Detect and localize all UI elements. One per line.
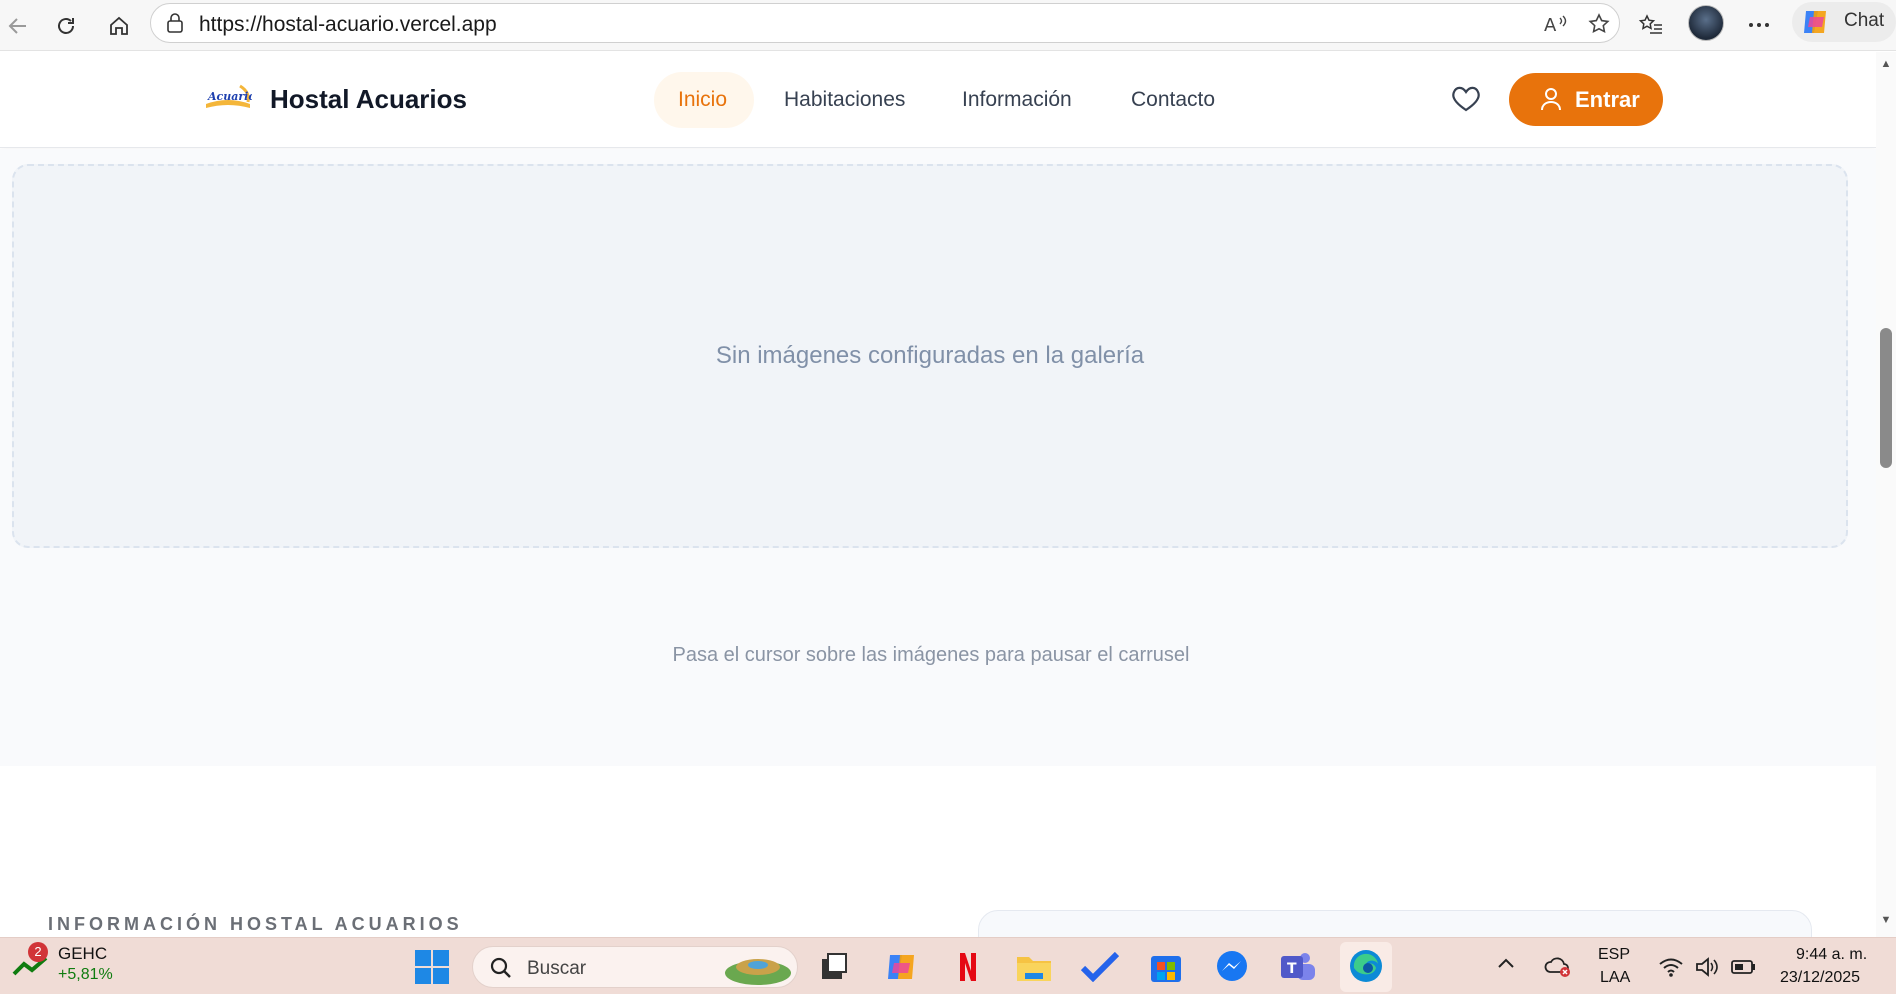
taskbar-search[interactable]: Buscar [472, 946, 798, 988]
gallery-empty-message: Sin imágenes configuradas en la galería [715, 342, 1145, 369]
wifi-icon[interactable] [1658, 956, 1684, 983]
gallery-carousel[interactable]: Sin imágenes configuradas en la galería [12, 164, 1848, 548]
web-page: Acuario Hostal Acuarios Inicio Habitacio… [0, 52, 1876, 937]
svg-text:Acuario: Acuario [207, 90, 252, 103]
hostal-logo[interactable]: Acuario [204, 82, 256, 112]
svg-text:T: T [1287, 961, 1297, 977]
taskbar-netflix[interactable] [948, 947, 988, 987]
svg-text:A: A [1544, 15, 1557, 36]
chat-label: Chat [1844, 10, 1885, 31]
teams-icon: T [1281, 953, 1315, 980]
copilot-app-icon [888, 955, 914, 979]
messenger-icon [1217, 951, 1247, 981]
show-hidden-icons-chevron-icon[interactable] [1496, 956, 1516, 975]
taskbar-copilot[interactable] [882, 947, 922, 987]
search-placeholder: Buscar [527, 958, 587, 979]
favorites-heart-icon[interactable] [1450, 84, 1482, 119]
language-indicator-top[interactable]: ESP [1598, 946, 1630, 964]
onedrive-error-icon[interactable] [1544, 954, 1572, 983]
home-button[interactable] [101, 8, 137, 44]
windows-taskbar: 2 GEHC +5,81% Buscar T ESP LAA 9:44 a. m… [0, 937, 1896, 994]
refresh-button[interactable] [48, 8, 84, 44]
clock-time[interactable]: 9:44 a. m. [1796, 946, 1867, 964]
nav-link-inicio[interactable]: Inicio [678, 88, 727, 112]
more-dots-icon [1749, 23, 1769, 27]
stock-ticker[interactable]: GEHC [58, 944, 107, 964]
read-aloud-icon[interactable]: A [1543, 12, 1569, 41]
scroll-up-arrow-icon[interactable]: ▲ [1880, 58, 1892, 70]
user-icon [1539, 86, 1563, 117]
info-card [978, 910, 1812, 937]
taskbar-file-explorer[interactable] [1014, 947, 1054, 987]
clock-date[interactable]: 23/12/2025 [1780, 969, 1860, 987]
task-view-button[interactable] [814, 947, 854, 987]
stock-notification-badge: 2 [28, 942, 48, 962]
search-highlight-image [723, 951, 793, 990]
profile-avatar[interactable] [1688, 5, 1724, 41]
scroll-down-arrow-icon[interactable]: ▼ [1880, 914, 1892, 926]
nav-link-informacion[interactable]: Información [962, 88, 1072, 112]
enter-button[interactable]: Entrar [1509, 73, 1663, 126]
windows-logo-icon [415, 950, 449, 984]
more-menu-button[interactable] [1740, 6, 1778, 44]
battery-icon[interactable] [1730, 958, 1758, 981]
brand-name[interactable]: Hostal Acuarios [270, 84, 467, 115]
refresh-icon [58, 18, 74, 34]
enter-label: Entrar [1575, 87, 1640, 112]
home-icon [110, 16, 128, 35]
copilot-chat-button[interactable]: Chat [1792, 2, 1896, 42]
start-button[interactable] [412, 947, 452, 987]
todo-check-icon [1081, 952, 1119, 982]
page-scrollbar[interactable]: ▲ ▼ [1876, 52, 1896, 937]
back-arrow-icon [8, 18, 26, 34]
stock-change: +5,81% [58, 966, 113, 983]
back-button[interactable] [0, 8, 36, 44]
address-bar[interactable]: https://hostal-acuario.vercel.app A [150, 3, 1620, 43]
favorites-list-icon [1638, 14, 1662, 34]
browser-toolbar: https://hostal-acuario.vercel.app A Chat [0, 0, 1896, 51]
site-header: Acuario Hostal Acuarios Inicio Habitacio… [0, 52, 1876, 148]
favorites-button[interactable] [1632, 6, 1670, 44]
lock-icon [165, 12, 185, 39]
store-icon [1151, 956, 1181, 982]
edge-icon [1350, 950, 1382, 982]
favorite-star-icon[interactable] [1587, 12, 1611, 41]
taskbar-teams[interactable]: T [1278, 947, 1318, 987]
volume-icon[interactable] [1694, 956, 1720, 983]
taskbar-todo[interactable] [1080, 947, 1120, 987]
copilot-icon [1800, 7, 1832, 42]
info-section-heading: INFORMACIÓN HOSTAL ACUARIOS [48, 914, 463, 934]
nav-link-habitaciones[interactable]: Habitaciones [784, 88, 905, 112]
netflix-icon [960, 953, 976, 981]
search-icon [489, 956, 513, 985]
scrollbar-thumb[interactable] [1880, 328, 1892, 468]
folder-icon [1017, 957, 1051, 981]
language-indicator-bottom[interactable]: LAA [1600, 969, 1630, 987]
taskbar-store[interactable] [1146, 947, 1186, 987]
carousel-hint: Pasa el cursor sobre las imágenes para p… [672, 644, 1190, 666]
taskbar-messenger[interactable] [1212, 947, 1252, 987]
taskbar-edge-active[interactable] [1340, 942, 1392, 992]
nav-link-contacto[interactable]: Contacto [1131, 88, 1215, 112]
task-view-icon [822, 953, 847, 979]
url-text: https://hostal-acuario.vercel.app [199, 13, 497, 36]
